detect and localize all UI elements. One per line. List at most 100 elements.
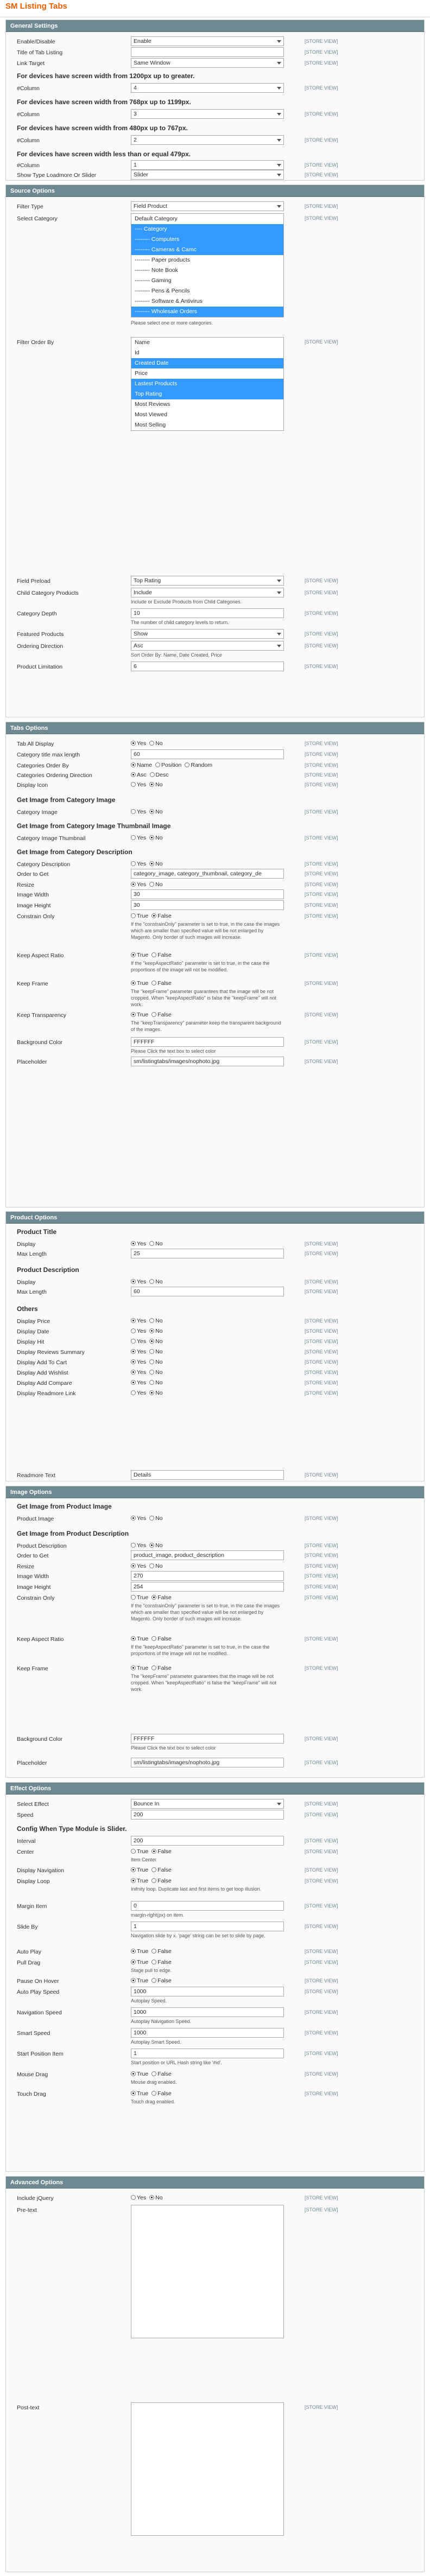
no-radio[interactable]: No [149,1328,163,1334]
no-radio[interactable]: No [149,881,163,888]
category-option[interactable]: -------- Computers [131,234,283,245]
no-radio[interactable]: No [149,1241,163,1247]
true-radio[interactable]: True [131,980,148,987]
no-radio[interactable]: No [149,1359,163,1365]
title-listing-input[interactable] [131,47,284,57]
loadmore-select[interactable]: Slider [131,170,284,180]
false-radio[interactable]: False [151,1977,172,1984]
category-multiselect[interactable]: Default Category ---- Category -------- … [131,213,284,317]
image-height-input[interactable]: 254 [131,1582,284,1592]
false-radio[interactable]: False [151,1848,172,1855]
link-target-select[interactable]: Same Window [131,58,284,68]
product-limit-input[interactable]: 6 [131,662,284,671]
category-option[interactable]: -------- Cameras & Camc [131,245,283,255]
order-option[interactable]: Most Selling [131,420,283,430]
yes-radio[interactable]: Yes [131,1515,146,1522]
no-radio[interactable]: No [149,861,163,867]
pretext-textarea[interactable] [131,2205,284,2338]
yes-radio[interactable]: Yes [131,809,146,815]
no-radio[interactable]: No [149,1338,163,1345]
false-radio[interactable]: False [151,1948,172,1955]
no-radio[interactable]: No [149,781,163,788]
speed-input[interactable]: 200 [131,1810,284,1820]
position-radio[interactable]: Position [155,762,181,768]
false-radio[interactable]: False [151,1878,172,1884]
background-color-input[interactable]: FFFFFF [131,1037,284,1047]
posttext-textarea[interactable] [131,2402,284,2536]
image-height-input[interactable]: 30 [131,900,284,910]
ordering-select[interactable]: Asc [131,641,284,651]
random-radio[interactable]: Random [185,762,212,768]
readmore-input[interactable]: Details [131,1470,284,1480]
desc-radio[interactable]: Desc [149,772,168,778]
no-radio[interactable]: No [149,740,163,747]
category-option[interactable]: -------- Pens & Pencils [131,286,283,296]
false-radio[interactable]: False [151,2071,172,2077]
no-radio[interactable]: No [149,1379,163,1386]
yes-radio[interactable]: Yes [131,1338,146,1345]
order-option[interactable]: Price [131,368,283,379]
order-get-input[interactable]: product_image, product_description [131,1550,284,1560]
no-radio[interactable]: No [149,1542,163,1549]
margin-item-input[interactable]: 0 [131,1901,284,1911]
column-select-768[interactable]: 3 [131,109,284,119]
child-category-select[interactable]: Include [131,588,284,597]
cat-title-length-input[interactable]: 60 [131,749,284,759]
false-radio[interactable]: False [151,1959,172,1966]
featured-select[interactable]: Show [131,629,284,639]
true-radio[interactable]: True [131,2090,148,2097]
no-radio[interactable]: No [149,1515,163,1522]
yes-radio[interactable]: Yes [131,1359,146,1365]
yes-radio[interactable]: Yes [131,861,146,867]
no-radio[interactable]: No [149,809,163,815]
no-radio[interactable]: No [149,1279,163,1285]
filter-order-multiselect[interactable]: Name Id Created Date Price Lastest Produ… [131,337,284,431]
true-radio[interactable]: True [131,1594,148,1601]
yes-radio[interactable]: Yes [131,835,146,841]
smart-speed-input[interactable]: 1000 [131,2028,284,2038]
true-radio[interactable]: True [131,1636,148,1642]
interval-input[interactable]: 200 [131,1836,284,1846]
category-option[interactable]: Default Category [131,214,283,224]
section-header-general[interactable]: General Settings [6,20,424,32]
true-radio[interactable]: True [131,2071,148,2077]
true-radio[interactable]: True [131,1948,148,1955]
false-radio[interactable]: False [151,1012,172,1018]
order-option[interactable]: Id [131,348,283,358]
start-position-input[interactable]: 1 [131,2049,284,2058]
category-option[interactable]: -------- Paper products [131,255,283,265]
yes-radio[interactable]: Yes [131,1563,146,1569]
column-select-1200[interactable]: 4 [131,83,284,93]
true-radio[interactable]: True [131,1665,148,1671]
false-radio[interactable]: False [151,1665,172,1671]
true-radio[interactable]: True [131,1878,148,1884]
no-radio[interactable]: No [149,1349,163,1355]
no-radio[interactable]: No [149,1390,163,1396]
column-select-480[interactable]: 2 [131,135,284,145]
yes-radio[interactable]: Yes [131,781,146,788]
order-get-input[interactable]: category_image, category_thumbnail, cate… [131,869,284,879]
yes-radio[interactable]: Yes [131,1241,146,1247]
section-header-effect[interactable]: Effect Options [6,1783,424,1795]
no-radio[interactable]: No [149,2195,163,2201]
false-radio[interactable]: False [151,952,172,958]
false-radio[interactable]: False [151,1867,172,1873]
max-length-input[interactable]: 25 [131,1249,284,1258]
true-radio[interactable]: True [131,1012,148,1018]
category-option[interactable]: ---- Category [131,224,283,234]
false-radio[interactable]: False [151,913,172,919]
asc-radio[interactable]: Asc [131,772,147,778]
field-preload-select[interactable]: Top Rating [131,576,284,586]
auto-play-speed-input[interactable]: 1000 [131,1987,284,1996]
category-depth-input[interactable]: 10 [131,608,284,618]
image-width-input[interactable]: 270 [131,1571,284,1581]
yes-radio[interactable]: Yes [131,1349,146,1355]
order-option[interactable]: Lastest Products [131,379,283,389]
category-option[interactable]: -------- Note Book [131,265,283,276]
yes-radio[interactable]: Yes [131,1542,146,1549]
order-option[interactable]: Name [131,338,283,348]
enable-select[interactable]: Enable [131,36,284,46]
column-select-479[interactable]: 1 [131,160,284,170]
yes-radio[interactable]: Yes [131,2195,146,2201]
section-header-tabs[interactable]: Tabs Options [6,722,424,734]
